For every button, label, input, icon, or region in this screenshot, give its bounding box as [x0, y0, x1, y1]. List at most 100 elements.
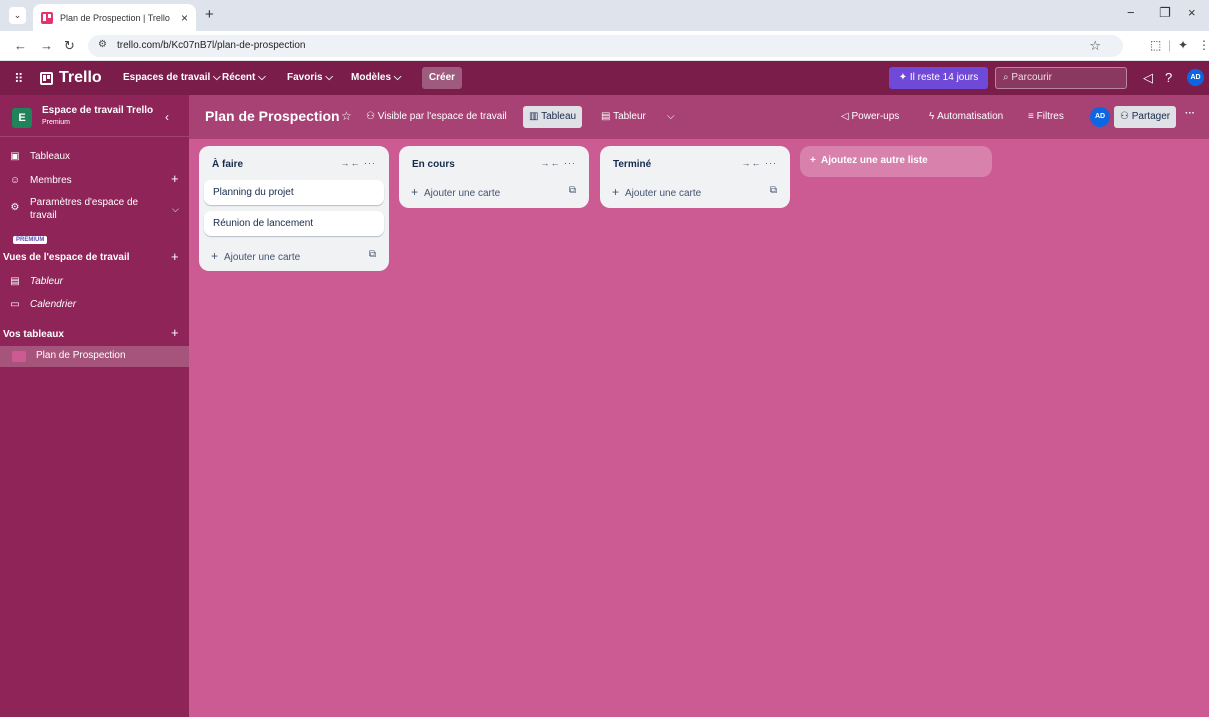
plus-icon: +: [411, 185, 419, 199]
nav-workspaces-label: Espaces de travail: [123, 72, 211, 83]
nav-workspaces[interactable]: Espaces de travail ⌵: [123, 72, 221, 83]
collapse-list-icon[interactable]: →←: [340, 158, 360, 168]
collapse-list-icon[interactable]: →←: [540, 158, 560, 168]
card-template-icon[interactable]: ⧉: [569, 185, 576, 196]
list-title[interactable]: Terminé: [613, 159, 651, 170]
reload-icon[interactable]: ↻: [64, 38, 75, 54]
sidebar-item-table-view[interactable]: ▤ Tableur: [8, 276, 63, 287]
add-card-label: Ajouter une carte: [625, 188, 702, 199]
card-template-icon[interactable]: ⧉: [770, 185, 777, 196]
site-info-icon[interactable]: ⚙: [98, 39, 107, 50]
sidebar-board-item[interactable]: Plan de Prospection: [0, 346, 189, 367]
sidebar-item-boards[interactable]: ▣ Tableaux: [8, 151, 70, 162]
board-menu-icon[interactable]: ···: [1185, 108, 1195, 119]
plus-icon: +: [810, 155, 816, 166]
view-table-button[interactable]: ▤ Tableur: [595, 106, 652, 128]
tab-search-button[interactable]: ⌄: [9, 7, 26, 24]
add-card-button[interactable]: + Ajouter une carte: [411, 185, 500, 199]
forward-icon[interactable]: →: [40, 38, 53, 53]
settings-label-line1: Paramètres d'espace de: [30, 197, 139, 208]
profile-extension-icon[interactable]: ✦: [1178, 38, 1188, 52]
table-icon: ▤: [10, 276, 20, 287]
sparkle-icon: ✦: [898, 72, 908, 83]
visibility-icon: ⚇: [366, 111, 375, 122]
new-tab-button[interactable]: +: [205, 6, 214, 23]
settings-gear-icon: ⚙: [10, 202, 20, 213]
add-member-icon[interactable]: +: [171, 171, 179, 186]
filters-label: Filtres: [1036, 111, 1064, 122]
browser-menu-icon[interactable]: ⋮: [1198, 38, 1209, 52]
list-menu-icon[interactable]: ···: [564, 158, 576, 168]
restore-button[interactable]: ❐: [1159, 5, 1171, 21]
more-views-chevron-icon[interactable]: ⌵: [667, 111, 675, 122]
help-icon[interactable]: ?: [1165, 70, 1172, 85]
sidebar: E Espace de travail Trello Premium ‹ ▣ T…: [0, 95, 189, 717]
add-card-button[interactable]: + Ajouter une carte: [211, 249, 300, 263]
board-member-avatar[interactable]: AD: [1090, 107, 1110, 127]
sidebar-item-calendar-view[interactable]: ▭ Calendrier: [8, 299, 76, 310]
view-table-label: Tableur: [613, 111, 646, 122]
browser-tab[interactable]: Plan de Prospection | Trello ×: [33, 4, 196, 31]
star-icon[interactable]: ☆: [341, 109, 352, 123]
nav-favorites[interactable]: Favoris ⌵: [287, 72, 333, 83]
sidebar-item-label: Tableaux: [30, 151, 71, 162]
list-menu-icon[interactable]: ···: [765, 158, 777, 168]
card-template-icon[interactable]: ⧉: [369, 249, 376, 260]
toolbar-divider: |: [1168, 38, 1172, 52]
megaphone-icon[interactable]: ◁: [1143, 70, 1153, 86]
close-window-button[interactable]: ×: [1188, 5, 1196, 20]
list-menu-icon[interactable]: ···: [364, 158, 376, 168]
board-title[interactable]: Plan de Prospection: [205, 108, 340, 124]
back-icon[interactable]: ←: [14, 38, 27, 53]
list-title[interactable]: À faire: [212, 159, 243, 170]
chevron-down-icon[interactable]: ⌵: [172, 204, 179, 215]
collapse-sidebar-icon[interactable]: ‹: [165, 110, 169, 124]
add-view-icon[interactable]: +: [171, 249, 179, 264]
sidebar-board-label: Plan de Prospection: [36, 350, 126, 361]
collapse-list-icon[interactable]: →←: [741, 158, 761, 168]
trello-logo-icon: [40, 71, 53, 85]
trial-button[interactable]: ✦ Il reste 14 jours: [889, 67, 988, 89]
list-todo: À faire →← ··· Planning du projet Réunio…: [199, 146, 389, 271]
search-input[interactable]: ⌕ Parcourir: [995, 67, 1127, 89]
plus-icon: +: [211, 249, 219, 263]
bookmark-star-icon[interactable]: ☆: [1089, 38, 1101, 54]
app-switcher-icon[interactable]: ⠿: [14, 71, 24, 87]
powerups-button[interactable]: ◁ Power-ups: [841, 111, 899, 122]
card[interactable]: Planning du projet: [204, 180, 384, 205]
list-title[interactable]: En cours: [412, 159, 455, 170]
visibility-label: Visible par l'espace de travail: [377, 111, 507, 122]
add-list-label: Ajoutez une autre liste: [821, 155, 928, 166]
add-list-button[interactable]: + Ajoutez une autre liste: [800, 146, 992, 177]
add-card-button[interactable]: + Ajouter une carte: [612, 185, 701, 199]
search-placeholder: Parcourir: [1011, 72, 1052, 83]
filters-button[interactable]: ≡ Filtres: [1028, 111, 1064, 122]
omnibox[interactable]: ⚙ trello.com/b/Kc07nB7l/plan-de-prospect…: [88, 35, 1123, 57]
sidebar-item-settings[interactable]: ⚙ Paramètres d'espace de travail: [8, 196, 139, 222]
workspace-header[interactable]: E Espace de travail Trello Premium ‹: [0, 95, 189, 137]
share-button[interactable]: ⚇ Partager: [1114, 106, 1177, 128]
view-board-button[interactable]: ▥ Tableau: [523, 106, 583, 128]
sidebar-item-members[interactable]: ☺ Membres: [8, 175, 72, 186]
automation-button[interactable]: ϟ Automatisation: [929, 111, 1003, 122]
add-board-icon[interactable]: +: [171, 325, 179, 340]
visibility-button[interactable]: ⚇ Visible par l'espace de travail: [366, 111, 507, 122]
trello-logo[interactable]: Trello: [40, 69, 102, 87]
nav-templates[interactable]: Modèles ⌵: [351, 72, 401, 83]
boards-icon: ▣: [10, 151, 20, 162]
extensions-icon[interactable]: ⬚: [1150, 38, 1161, 52]
board-canvas: Plan de Prospection ☆ ⚇ Visible par l'es…: [189, 95, 1209, 717]
nav-recent[interactable]: Récent ⌵: [222, 72, 266, 83]
card[interactable]: Réunion de lancement: [204, 211, 384, 236]
minimize-button[interactable]: −: [1127, 5, 1135, 20]
create-button[interactable]: Créer: [422, 67, 462, 89]
avatar[interactable]: AD: [1187, 69, 1204, 86]
rocket-icon: ◁: [841, 111, 849, 122]
tab-close-icon[interactable]: ×: [181, 11, 188, 25]
sidebar-item-label: Tableur: [30, 276, 63, 287]
nav-templates-label: Modèles: [351, 72, 392, 83]
views-section-title: Vues de l'espace de travail: [3, 252, 130, 263]
filter-icon: ≡: [1028, 111, 1034, 122]
url-text[interactable]: trello.com/b/Kc07nB7l/plan-de-prospectio…: [117, 40, 305, 51]
nav-recent-label: Récent: [222, 72, 256, 83]
